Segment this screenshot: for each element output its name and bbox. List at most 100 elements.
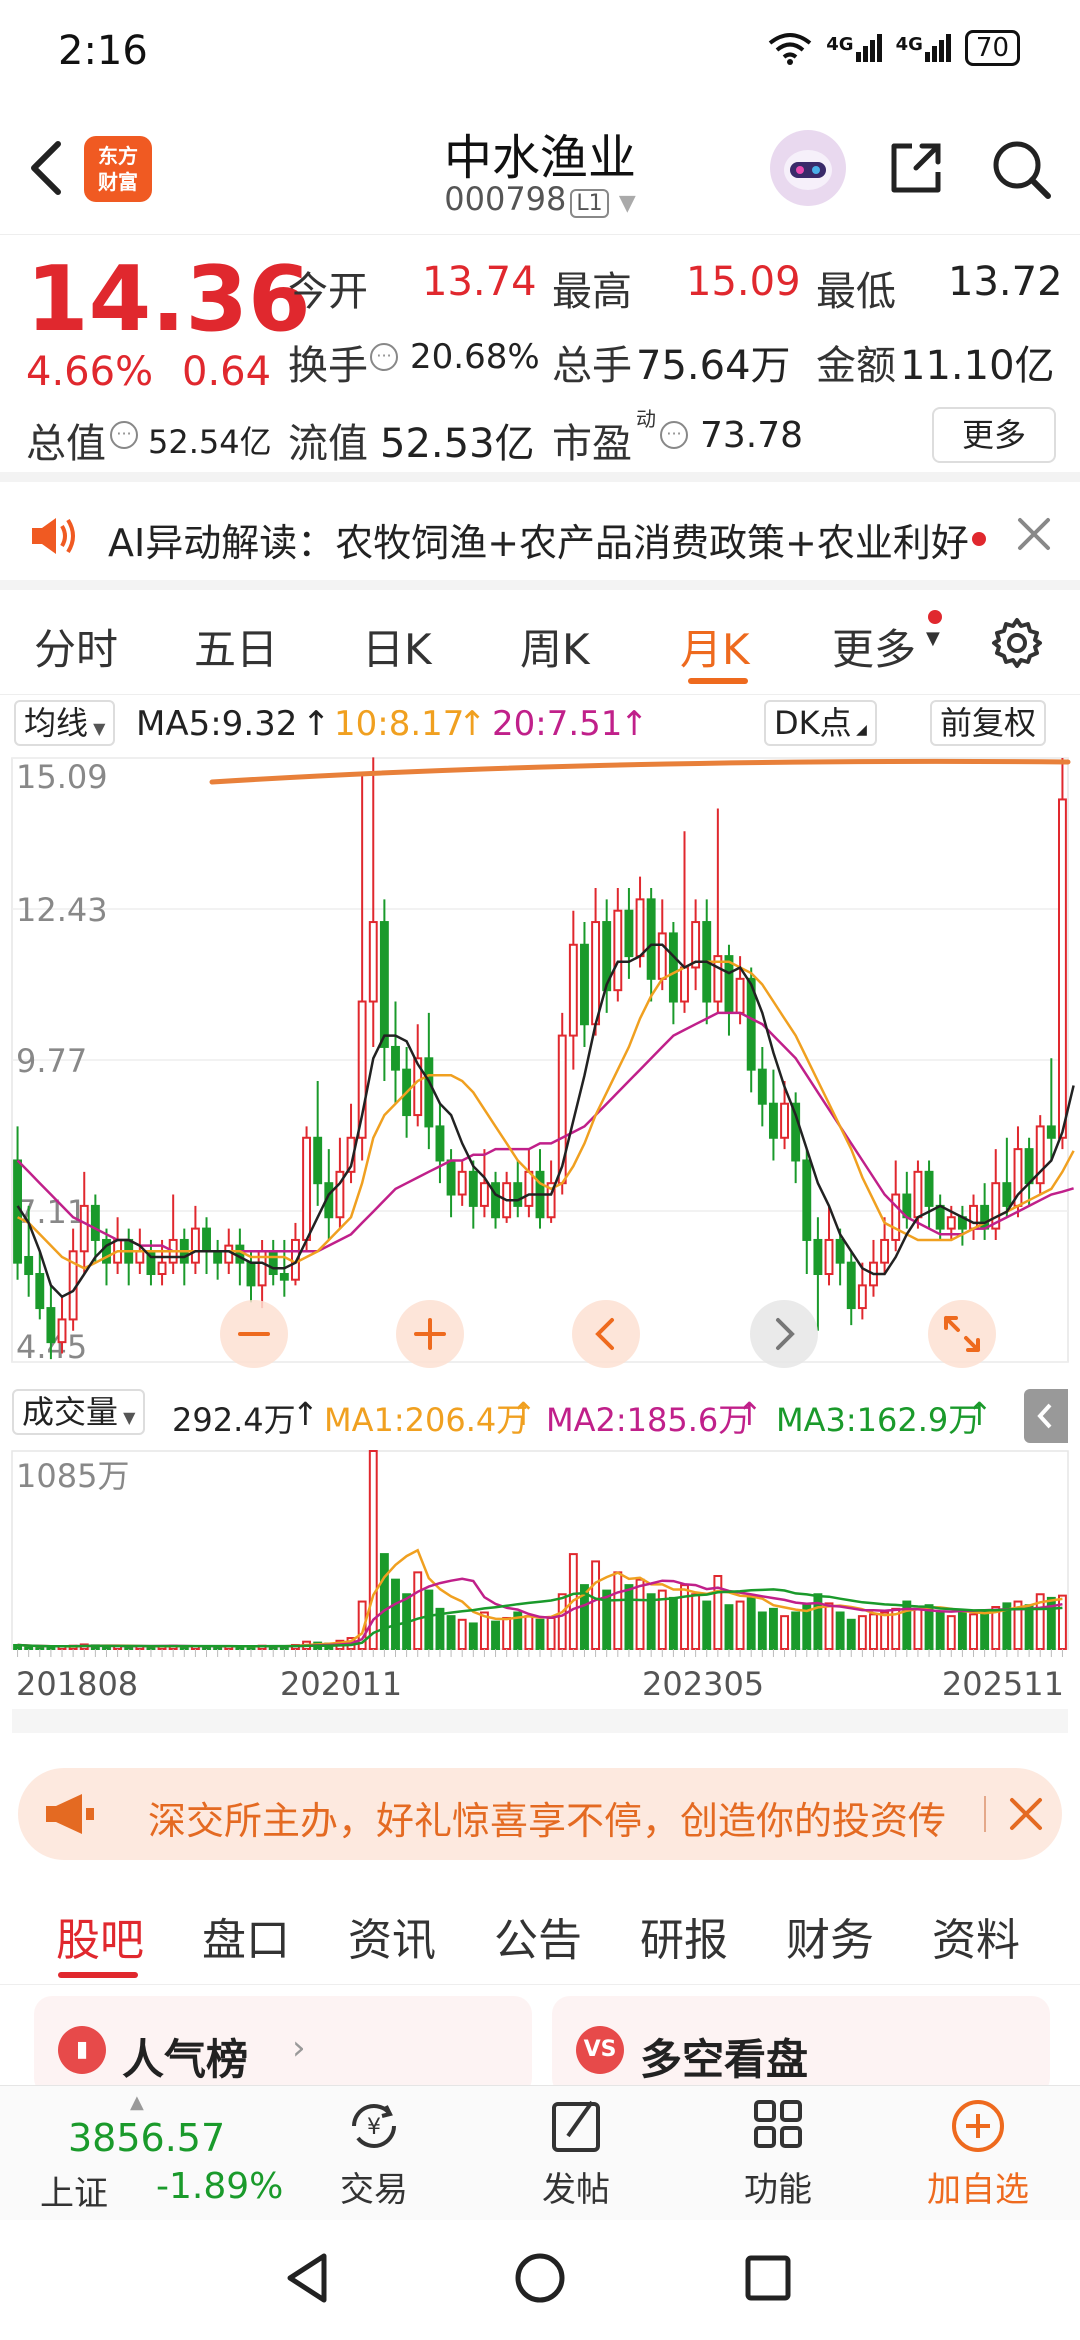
candle-down: [235, 1244, 245, 1264]
chevron-right-icon: ›: [292, 2028, 306, 2068]
fullscreen-button[interactable]: [928, 1300, 996, 1368]
current-price: 14.36: [26, 247, 311, 352]
stock-header: 东方 财富 中水渔业 000798 L1 ▼: [0, 100, 1080, 235]
tab-order-book[interactable]: 盘口: [202, 1904, 290, 1968]
volume-bar: [857, 1615, 867, 1650]
tab-five-day[interactable]: 五日: [194, 616, 278, 677]
gear-icon[interactable]: [990, 616, 1044, 670]
volume-bar: [635, 1578, 645, 1650]
popularity-card[interactable]: ▮ 人气榜 ›: [34, 1996, 532, 2096]
tab-weekly-k[interactable]: 周K: [520, 616, 590, 677]
candle-down: [24, 1255, 34, 1276]
candle-up: [657, 932, 667, 980]
y-tick-label: 15.09: [16, 758, 108, 796]
volume-bar: [846, 1618, 856, 1651]
ma-selector[interactable]: 均线 ▼: [14, 700, 116, 746]
y-tick-label: 9.77: [16, 1042, 87, 1080]
volume-bar: [880, 1611, 890, 1650]
notification-dot: [928, 610, 942, 624]
bull-bear-card[interactable]: VS 多空看盘: [552, 1996, 1050, 2096]
close-icon[interactable]: [1008, 1796, 1044, 1832]
ai-robot-icon[interactable]: [770, 130, 846, 206]
dk-button[interactable]: DK点 ◢: [764, 700, 877, 746]
nav-trade[interactable]: ¥ 交易: [314, 2096, 434, 2211]
volume-bar: [413, 1571, 423, 1650]
candle-up: [680, 966, 689, 1003]
high-value: 15.09: [686, 259, 801, 305]
zoom-out-button[interactable]: [220, 1300, 288, 1368]
system-recents-icon[interactable]: [742, 2252, 794, 2304]
candle-down: [468, 1170, 478, 1207]
candle-down: [491, 1182, 500, 1219]
candle-up: [613, 909, 623, 992]
tab-intraday[interactable]: 分时: [34, 616, 118, 677]
ma5-value: MA5:9.32: [136, 704, 298, 744]
signal-icon: 4G: [826, 34, 882, 62]
more-button[interactable]: 更多: [932, 407, 1056, 463]
candle-up: [946, 1216, 956, 1230]
ma20-value: 20:7.51: [492, 704, 623, 744]
tab-more[interactable]: 更多: [832, 616, 916, 677]
volume-bar: [969, 1613, 978, 1651]
promo-banner[interactable]: 深交所主办，好礼惊喜享不停，创造你的投资传: [18, 1768, 1062, 1860]
candle-down: [935, 1204, 945, 1230]
collapse-panel-button[interactable]: [1024, 1389, 1068, 1443]
volume-selector[interactable]: 成交量 ▼: [12, 1389, 146, 1435]
candle-down: [802, 1159, 812, 1241]
info-icon[interactable]: ···: [370, 343, 398, 371]
index-change: -1.89%: [156, 2166, 284, 2207]
candle-up: [224, 1244, 234, 1264]
battery-icon: 70: [964, 30, 1020, 66]
prev-button[interactable]: [572, 1300, 640, 1368]
zoom-in-button[interactable]: [396, 1300, 464, 1368]
candle-down: [813, 1238, 823, 1276]
up-arrow-icon: ↑: [620, 704, 649, 744]
system-nav-bar: [0, 2220, 1080, 2340]
volume-bar: [980, 1609, 990, 1650]
nav-features[interactable]: 功能: [718, 2096, 838, 2211]
candle-down: [446, 1159, 456, 1196]
candlestick-chart[interactable]: 15.0912.439.777.114.45: [0, 750, 1080, 1390]
tab-forum[interactable]: 股吧: [56, 1904, 144, 1968]
candle-down: [768, 1102, 778, 1139]
adjust-button[interactable]: 前复权: [930, 700, 1047, 746]
volume-bar: [913, 1607, 923, 1651]
volume-ma1: MA1:206.4万: [324, 1401, 529, 1439]
info-icon[interactable]: ···: [110, 421, 138, 449]
feature-cards: ▮ 人气榜 › VS 多空看盘: [0, 1990, 1080, 2096]
content-tab-indicator: [58, 1972, 138, 1978]
y-tick-label: 12.43: [16, 891, 108, 929]
candle-up: [880, 1238, 890, 1264]
tab-financials[interactable]: 财务: [786, 1904, 874, 1968]
tab-daily-k[interactable]: 日K: [362, 616, 432, 677]
close-icon[interactable]: [1016, 516, 1052, 552]
nav-add-watchlist[interactable]: 加自选: [918, 2096, 1038, 2211]
next-button[interactable]: [750, 1300, 818, 1368]
up-arrow-icon: ↑: [292, 1395, 319, 1433]
tab-news[interactable]: 资讯: [348, 1904, 436, 1968]
nav-trade-label: 交易: [340, 2170, 408, 2210]
nav-post-label: 发帖: [542, 2170, 610, 2210]
candle-down: [624, 909, 634, 958]
volume-bar: [680, 1584, 689, 1650]
share-icon[interactable]: [886, 138, 946, 198]
ai-insight-bar[interactable]: AI异动解读：农牧饲渔+农产品消费政策+农业利好: [0, 482, 1080, 590]
content-tabs: 股吧 盘口 资讯 公告 研报 财务 资料: [0, 1880, 1080, 1985]
tab-monthly-k[interactable]: 月K: [680, 616, 750, 677]
bar-chart-icon: ▮: [58, 2026, 106, 2074]
volume-bar: [468, 1622, 478, 1651]
volume-bar: [613, 1571, 623, 1650]
info-icon[interactable]: ···: [660, 421, 688, 449]
candle-up: [157, 1261, 167, 1276]
nav-post[interactable]: 发帖: [516, 2096, 636, 2211]
system-home-icon[interactable]: [512, 2250, 568, 2306]
tab-research[interactable]: 研报: [640, 1904, 728, 1968]
system-back-icon[interactable]: [282, 2250, 332, 2306]
volume-bar: [491, 1620, 500, 1650]
high-label: 最高: [552, 269, 632, 315]
search-icon[interactable]: [990, 138, 1052, 200]
caret-down-icon: ▼: [88, 719, 106, 738]
tab-announcements[interactable]: 公告: [494, 1904, 582, 1968]
open-value: 13.74: [422, 259, 537, 305]
tab-profile[interactable]: 资料: [932, 1904, 1020, 1968]
